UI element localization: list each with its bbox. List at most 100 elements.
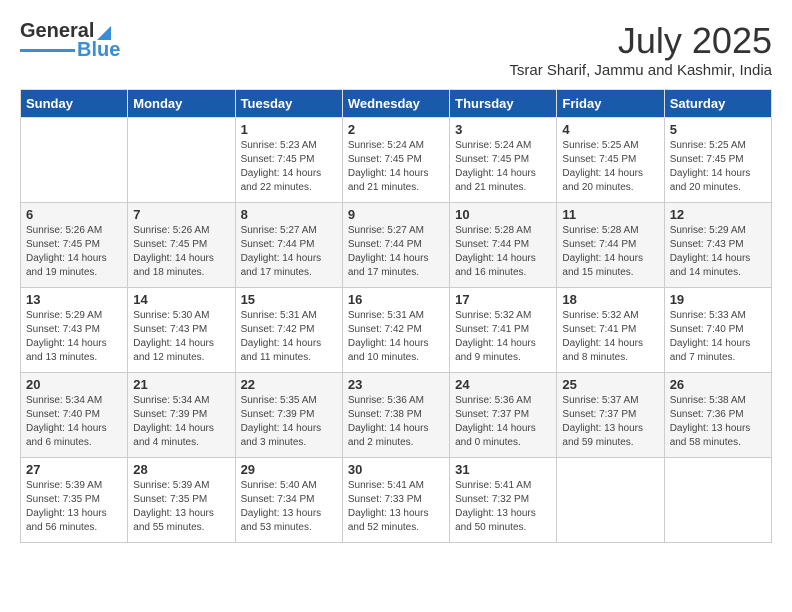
cell-content: and 9 minutes. (455, 351, 551, 365)
cell-content: Daylight: 13 hours (348, 507, 444, 521)
cell-content: Sunrise: 5:28 AM (562, 224, 658, 238)
cell-content: Sunrise: 5:32 AM (562, 309, 658, 323)
day-number: 26 (670, 377, 766, 392)
day-number: 20 (26, 377, 122, 392)
cell-content: and 20 minutes. (562, 181, 658, 195)
cell-content: Daylight: 14 hours (26, 252, 122, 266)
cell-content: Sunrise: 5:31 AM (348, 309, 444, 323)
cell-content: Sunset: 7:35 PM (133, 493, 229, 507)
calendar-cell: 21Sunrise: 5:34 AMSunset: 7:39 PMDayligh… (128, 373, 235, 458)
day-number: 24 (455, 377, 551, 392)
day-number: 14 (133, 292, 229, 307)
cell-content: Daylight: 14 hours (455, 167, 551, 181)
cell-content: Sunrise: 5:25 AM (562, 139, 658, 153)
calendar-cell: 11Sunrise: 5:28 AMSunset: 7:44 PMDayligh… (557, 203, 664, 288)
cell-content: Daylight: 14 hours (26, 337, 122, 351)
calendar-cell: 27Sunrise: 5:39 AMSunset: 7:35 PMDayligh… (21, 458, 128, 543)
calendar-cell: 24Sunrise: 5:36 AMSunset: 7:37 PMDayligh… (450, 373, 557, 458)
cell-content: and 17 minutes. (348, 266, 444, 280)
cell-content: Daylight: 14 hours (670, 337, 766, 351)
cell-content: Sunrise: 5:36 AM (455, 394, 551, 408)
cell-content: Daylight: 14 hours (133, 337, 229, 351)
week-row-5: 27Sunrise: 5:39 AMSunset: 7:35 PMDayligh… (21, 458, 772, 543)
cell-content: and 7 minutes. (670, 351, 766, 365)
cell-content: Sunset: 7:44 PM (562, 238, 658, 252)
cell-content: Sunrise: 5:24 AM (455, 139, 551, 153)
calendar-cell: 16Sunrise: 5:31 AMSunset: 7:42 PMDayligh… (342, 288, 449, 373)
calendar-cell: 15Sunrise: 5:31 AMSunset: 7:42 PMDayligh… (235, 288, 342, 373)
calendar-cell: 20Sunrise: 5:34 AMSunset: 7:40 PMDayligh… (21, 373, 128, 458)
cell-content: Daylight: 13 hours (670, 422, 766, 436)
cell-content: and 56 minutes. (26, 521, 122, 535)
cell-content: Sunrise: 5:29 AM (26, 309, 122, 323)
day-number: 28 (133, 462, 229, 477)
cell-content: Sunset: 7:45 PM (26, 238, 122, 252)
day-number: 9 (348, 207, 444, 222)
cell-content: Sunrise: 5:41 AM (348, 479, 444, 493)
calendar-cell: 26Sunrise: 5:38 AMSunset: 7:36 PMDayligh… (664, 373, 771, 458)
cell-content: Sunrise: 5:36 AM (348, 394, 444, 408)
day-number: 3 (455, 122, 551, 137)
column-header-tuesday: Tuesday (235, 90, 342, 118)
cell-content: and 21 minutes. (348, 181, 444, 195)
day-number: 29 (241, 462, 337, 477)
cell-content: Sunset: 7:43 PM (26, 323, 122, 337)
calendar-cell: 29Sunrise: 5:40 AMSunset: 7:34 PMDayligh… (235, 458, 342, 543)
cell-content: Daylight: 14 hours (670, 167, 766, 181)
cell-content: and 2 minutes. (348, 436, 444, 450)
cell-content: and 14 minutes. (670, 266, 766, 280)
column-header-sunday: Sunday (21, 90, 128, 118)
cell-content: Sunset: 7:37 PM (455, 408, 551, 422)
day-number: 27 (26, 462, 122, 477)
cell-content: Sunset: 7:43 PM (670, 238, 766, 252)
cell-content: Daylight: 14 hours (133, 252, 229, 266)
calendar-cell: 5Sunrise: 5:25 AMSunset: 7:45 PMDaylight… (664, 118, 771, 203)
cell-content: Daylight: 14 hours (670, 252, 766, 266)
cell-content: Sunrise: 5:28 AM (455, 224, 551, 238)
header-row: SundayMondayTuesdayWednesdayThursdayFrid… (21, 90, 772, 118)
calendar-cell: 13Sunrise: 5:29 AMSunset: 7:43 PMDayligh… (21, 288, 128, 373)
cell-content: Sunrise: 5:27 AM (348, 224, 444, 238)
cell-content: and 19 minutes. (26, 266, 122, 280)
day-number: 23 (348, 377, 444, 392)
calendar-cell: 6Sunrise: 5:26 AMSunset: 7:45 PMDaylight… (21, 203, 128, 288)
cell-content: and 10 minutes. (348, 351, 444, 365)
cell-content: Daylight: 13 hours (26, 507, 122, 521)
cell-content: and 12 minutes. (133, 351, 229, 365)
cell-content: Daylight: 14 hours (241, 337, 337, 351)
column-header-wednesday: Wednesday (342, 90, 449, 118)
day-number: 30 (348, 462, 444, 477)
cell-content: Sunset: 7:35 PM (26, 493, 122, 507)
day-number: 11 (562, 207, 658, 222)
cell-content: and 8 minutes. (562, 351, 658, 365)
cell-content: Daylight: 14 hours (241, 167, 337, 181)
cell-content: and 0 minutes. (455, 436, 551, 450)
day-number: 12 (670, 207, 766, 222)
cell-content: and 53 minutes. (241, 521, 337, 535)
column-header-friday: Friday (557, 90, 664, 118)
cell-content: Sunset: 7:39 PM (133, 408, 229, 422)
cell-content: Sunrise: 5:23 AM (241, 139, 337, 153)
day-number: 31 (455, 462, 551, 477)
calendar-cell: 4Sunrise: 5:25 AMSunset: 7:45 PMDaylight… (557, 118, 664, 203)
calendar-cell: 2Sunrise: 5:24 AMSunset: 7:45 PMDaylight… (342, 118, 449, 203)
calendar-cell (21, 118, 128, 203)
cell-content: and 16 minutes. (455, 266, 551, 280)
cell-content: Sunrise: 5:32 AM (455, 309, 551, 323)
cell-content: Daylight: 13 hours (241, 507, 337, 521)
calendar-cell: 8Sunrise: 5:27 AMSunset: 7:44 PMDaylight… (235, 203, 342, 288)
calendar-cell: 14Sunrise: 5:30 AMSunset: 7:43 PMDayligh… (128, 288, 235, 373)
day-number: 7 (133, 207, 229, 222)
cell-content: and 4 minutes. (133, 436, 229, 450)
cell-content: and 55 minutes. (133, 521, 229, 535)
day-number: 4 (562, 122, 658, 137)
cell-content: and 21 minutes. (455, 181, 551, 195)
title-block: July 2025 Tsrar Sharif, Jammu and Kashmi… (509, 20, 772, 79)
cell-content: and 22 minutes. (241, 181, 337, 195)
cell-content: Daylight: 14 hours (348, 422, 444, 436)
day-number: 1 (241, 122, 337, 137)
cell-content: Sunset: 7:38 PM (348, 408, 444, 422)
day-number: 15 (241, 292, 337, 307)
cell-content: Sunset: 7:45 PM (562, 153, 658, 167)
cell-content: Sunrise: 5:37 AM (562, 394, 658, 408)
